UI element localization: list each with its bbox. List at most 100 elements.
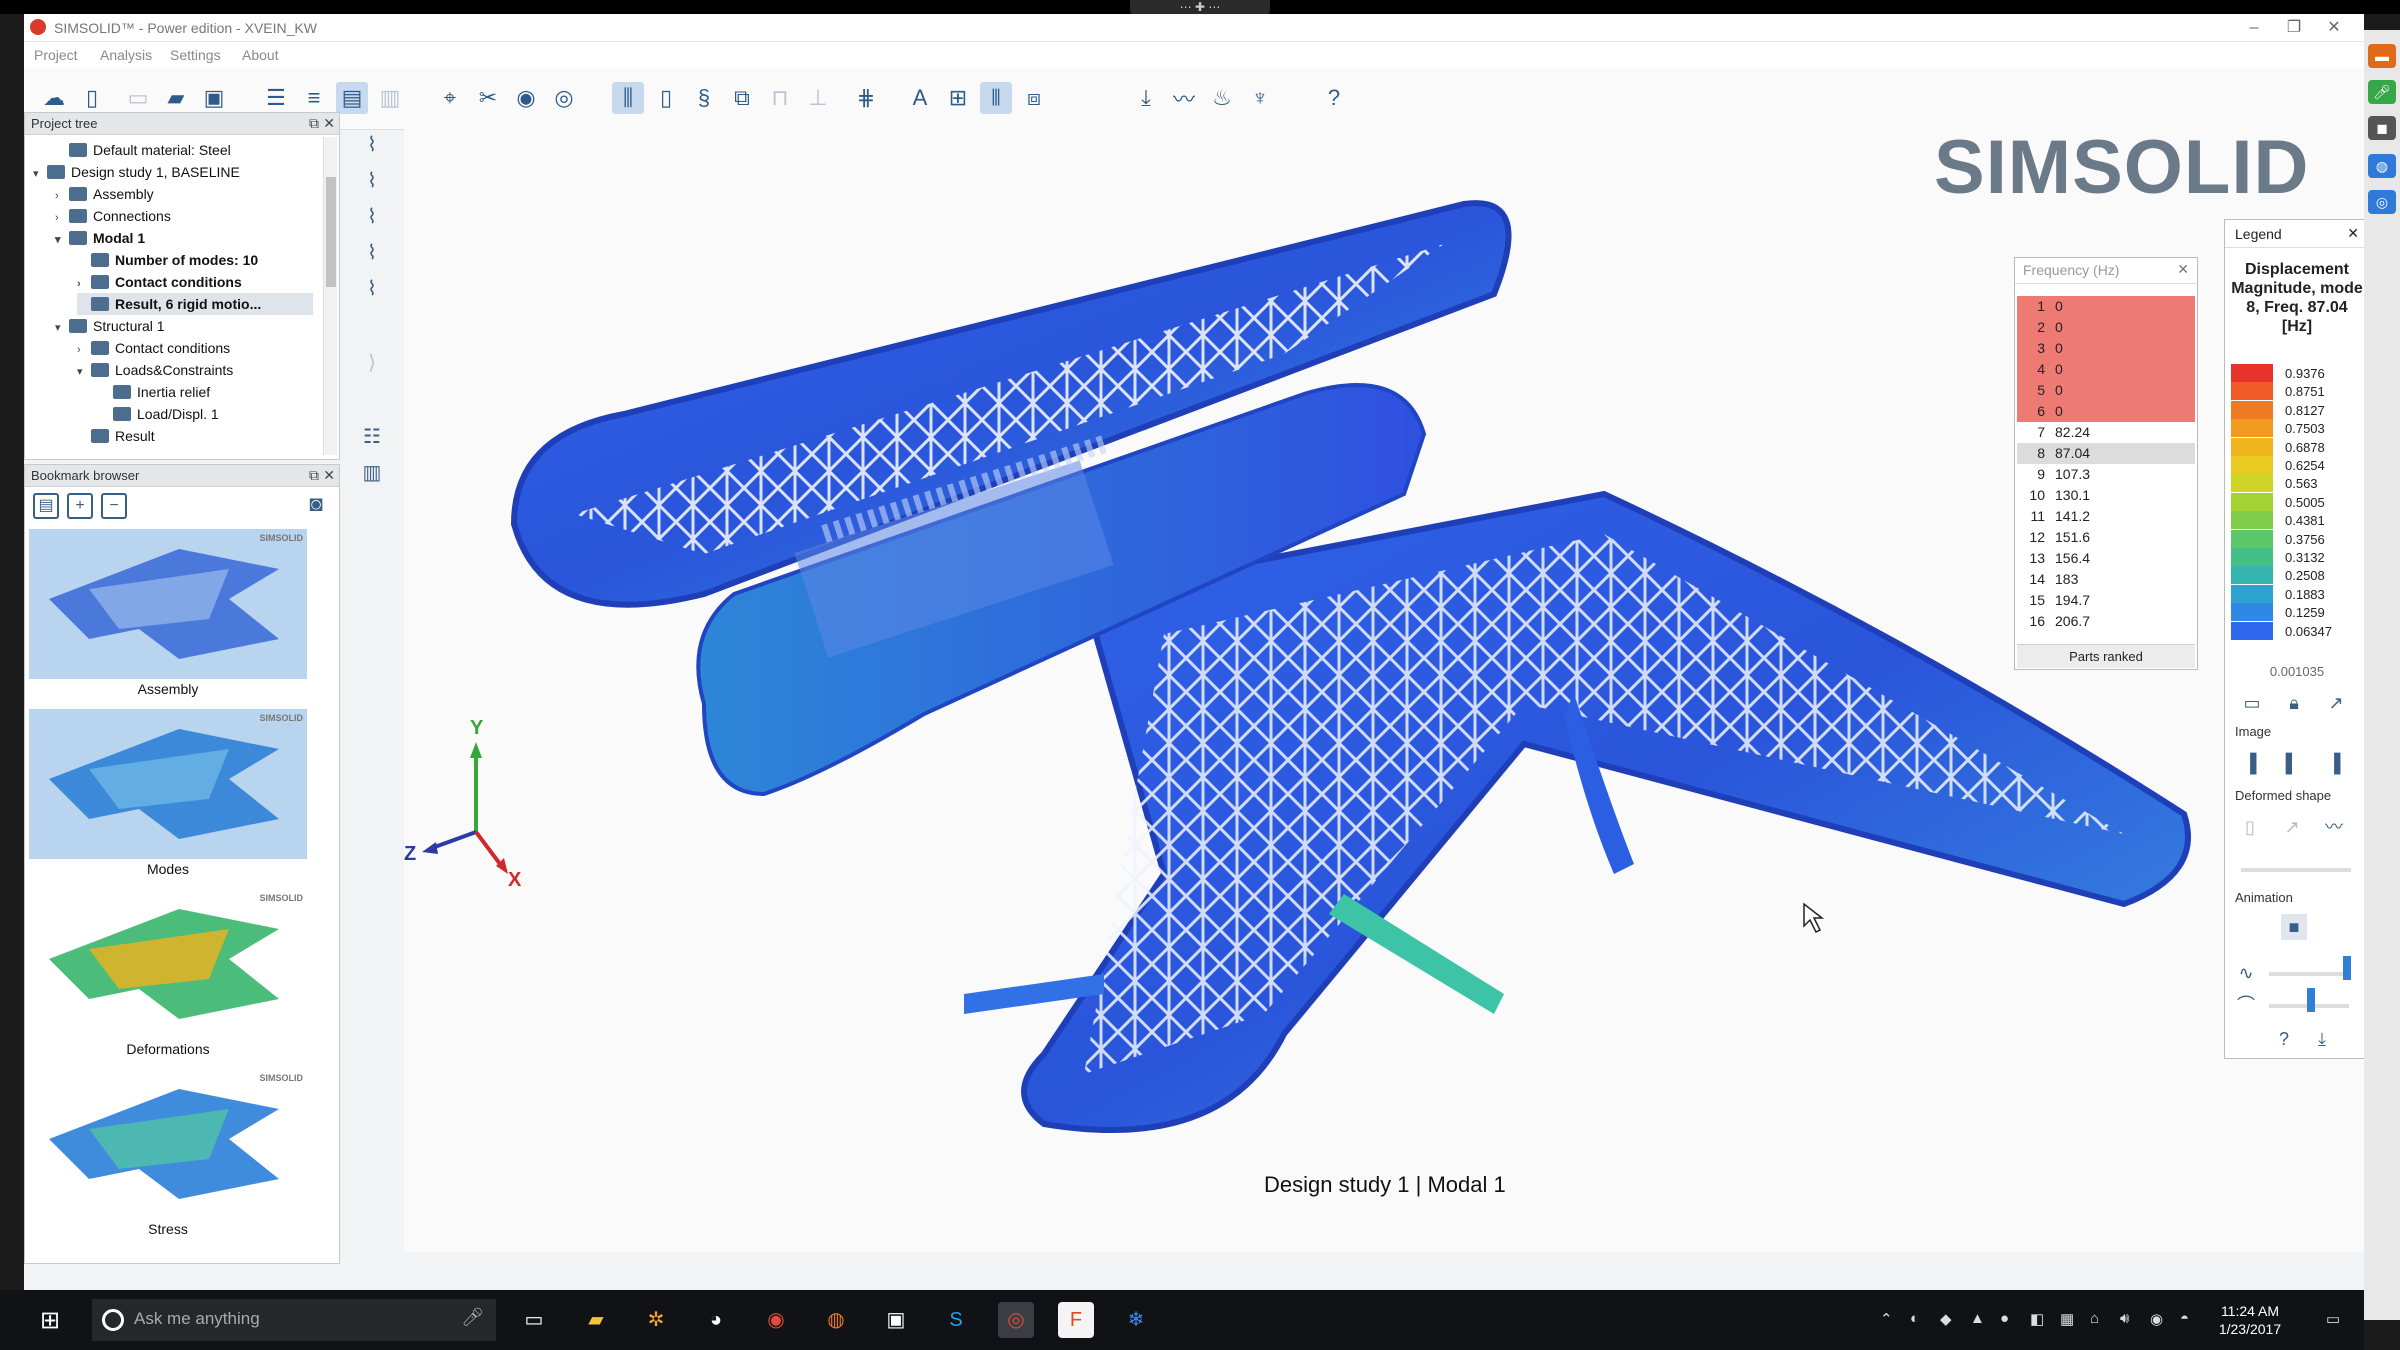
stop-animation-icon[interactable]: ■	[2281, 914, 2307, 940]
tray-icon[interactable]: ◆	[1940, 1310, 1952, 1328]
minimize-button[interactable]: –	[2234, 16, 2274, 40]
scissors-icon[interactable]: ✂	[472, 82, 504, 114]
float-panel-icon[interactable]: ⧉	[309, 115, 319, 132]
image-style-1-icon[interactable]: ▐	[2237, 750, 2263, 776]
export-icon[interactable]: ⤓	[2309, 1026, 2335, 1052]
bar-chart-icon[interactable]: ▥	[356, 460, 388, 486]
pinned-app-icon[interactable]: ◕	[698, 1302, 734, 1338]
tree-item[interactable]: › Connections	[55, 205, 313, 227]
ruler-icon[interactable]: ▭	[2239, 690, 2265, 716]
collapse-arrow-icon[interactable]: ▾	[77, 361, 91, 383]
tray-icon[interactable]: ◓	[2180, 1310, 2189, 1327]
static-load-icon[interactable]: ⤓	[1130, 82, 1162, 114]
weld-icon[interactable]: ⊓	[764, 82, 796, 114]
bookmark-card[interactable]: SIMSOLID Deformations	[29, 889, 307, 1065]
tree-item[interactable]: ▾ Structural 1	[55, 315, 313, 337]
frequency-row[interactable]: 12 151.6	[2017, 527, 2195, 548]
show-icon[interactable]: ◉	[510, 82, 542, 114]
expand-arrow-icon[interactable]: ›	[77, 339, 91, 361]
float-panel-icon[interactable]: ⧉	[309, 467, 319, 484]
display-mode-icon[interactable]: ▤	[336, 82, 368, 114]
connector-icon[interactable]: ⧉	[726, 82, 758, 114]
close-panel-icon[interactable]: ✕	[323, 467, 335, 484]
action-center-icon[interactable]: ▭	[2326, 1310, 2340, 1328]
spring-connector-icon[interactable]: ⌇	[356, 276, 388, 302]
frequency-row[interactable]: 60	[2017, 401, 2195, 422]
share-icon[interactable]: ◍	[2368, 154, 2396, 178]
volume-icon[interactable]: 🔊︎	[2120, 1310, 2129, 1327]
frequency-row[interactable]: 30	[2017, 338, 2195, 359]
help-icon[interactable]: ?	[2271, 1026, 2297, 1052]
fatigue-icon[interactable]: ♆	[1244, 82, 1276, 114]
pinned-app-icon[interactable]: ✲	[638, 1302, 674, 1338]
bolt-icon[interactable]: ⫼	[612, 82, 644, 114]
firefox-icon[interactable]: ◍	[818, 1302, 854, 1338]
tree-item[interactable]: Result, 6 rigid motio...	[77, 293, 313, 315]
layers-icon[interactable]: ≡	[298, 82, 330, 114]
show-all-icon[interactable]: ◎	[548, 82, 580, 114]
tree-item[interactable]: Load/Displ. 1	[99, 403, 313, 425]
tree-item[interactable]: ▾ Loads&Constraints	[77, 359, 313, 381]
remove-bookmark-icon[interactable]: −	[101, 493, 127, 519]
mesh-icon[interactable]: ⋕	[850, 82, 882, 114]
simsolid-taskbar-icon[interactable]: ◎	[998, 1302, 1034, 1338]
frequency-row[interactable]: 13 156.4	[2017, 548, 2195, 569]
menu-project[interactable]: Project	[34, 47, 78, 63]
tree-item[interactable]: ▾ Design study 1, BASELINE	[33, 161, 313, 183]
new-project-icon[interactable]: ▯	[76, 82, 108, 114]
add-bookmark-icon[interactable]: ▤	[33, 493, 59, 519]
tree-item[interactable]: › Contact conditions	[77, 337, 313, 359]
frequency-row[interactable]: 10 130.1	[2017, 485, 2195, 506]
frequency-row[interactable]: 8 87.04	[2017, 443, 2195, 464]
bookmark-card[interactable]: SIMSOLID Stress	[29, 1069, 307, 1245]
microphone-icon[interactable]: 🎤︎	[461, 1307, 484, 1328]
frequency-row[interactable]: 7 82.24	[2017, 422, 2195, 443]
file-explorer-icon[interactable]: ▰	[578, 1302, 614, 1338]
tray-icon[interactable]: ▲	[1970, 1310, 1985, 1327]
collapse-arrow-icon[interactable]: ▾	[55, 229, 69, 251]
rectangle-icon[interactable]: ▯	[650, 82, 682, 114]
select-icon[interactable]: ⌖	[434, 82, 466, 114]
properties-icon[interactable]: ⊞	[942, 82, 974, 114]
dynamic-load-icon[interactable]: 〰	[1168, 82, 1200, 114]
close-icon[interactable]: ✕	[2177, 261, 2189, 278]
pinned-app-icon[interactable]: ▣	[878, 1302, 914, 1338]
rivet-icon[interactable]: ⊥	[802, 82, 834, 114]
parts-ranked-button[interactable]: Parts ranked	[2017, 644, 2195, 668]
frequency-row[interactable]: 16 206.7	[2017, 611, 2195, 632]
snowflake-app-icon[interactable]: ❄	[1118, 1302, 1154, 1338]
frequency-row[interactable]: 40	[2017, 359, 2195, 380]
tray-icon[interactable]: ●	[2000, 1310, 2009, 1327]
open-recent-icon[interactable]: ▭	[122, 82, 154, 114]
tray-overflow-icon[interactable]: ⌃	[1880, 1310, 1893, 1328]
bookmark-card[interactable]: SIMSOLID Assembly	[29, 529, 307, 705]
deformation-scale-slider[interactable]	[2241, 868, 2351, 872]
thermal-icon[interactable]: ♨	[1206, 82, 1238, 114]
results-list-icon[interactable]: ☷	[356, 424, 388, 450]
material-icon[interactable]: A	[904, 82, 936, 114]
spring-connector-icon[interactable]: ⌇	[356, 132, 388, 158]
tree-item[interactable]: ▾ Modal 1	[55, 227, 313, 249]
frequency-row[interactable]: 11 141.2	[2017, 506, 2195, 527]
cloud-icon[interactable]: ☁	[38, 82, 70, 114]
tray-icon[interactable]: ◉	[2150, 1310, 2163, 1328]
tree-item[interactable]: › Assembly	[55, 183, 313, 205]
task-view-icon[interactable]: ▭	[516, 1302, 552, 1338]
camera-icon[interactable]: ◙	[303, 493, 329, 519]
help-icon[interactable]: ?	[1318, 82, 1350, 114]
tree-scrollbar[interactable]	[323, 137, 337, 455]
open-folder-icon[interactable]: ▰	[160, 82, 192, 114]
tree-item[interactable]: › Contact conditions	[77, 271, 313, 293]
tree-item[interactable]: Default material: Steel	[55, 139, 313, 161]
spring-icon[interactable]: §	[688, 82, 720, 114]
tree-item[interactable]: Result	[77, 425, 313, 447]
chrome-icon[interactable]: ◉	[758, 1302, 794, 1338]
skype-icon[interactable]: S	[938, 1302, 974, 1338]
deform-scale-icon[interactable]: ↗	[2279, 814, 2305, 840]
windows-start-icon[interactable]: ⊞	[40, 1306, 60, 1335]
microphone-icon[interactable]: 🎤︎	[2368, 80, 2396, 104]
animation-speed-slider[interactable]	[2269, 972, 2349, 976]
menu-about[interactable]: About	[242, 47, 279, 63]
probe-icon[interactable]: ↗	[2323, 690, 2349, 716]
frequency-row[interactable]: 14 183	[2017, 569, 2195, 590]
